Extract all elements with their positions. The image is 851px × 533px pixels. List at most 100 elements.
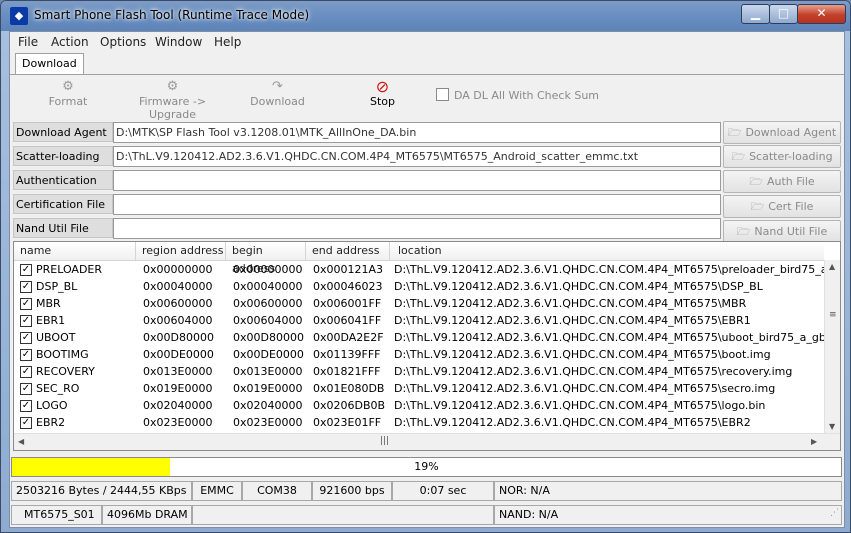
row-name: DSP_BL xyxy=(36,280,78,293)
nand-util-button-label: Nand Util File xyxy=(754,225,828,238)
table-row[interactable]: ✓ DSP_BL 0x00040000 0x00040000 0x00046023 D:\… xyxy=(14,278,824,295)
minimize-button[interactable]: ▁ xyxy=(741,4,770,24)
row-checkbox[interactable]: ✓ xyxy=(20,281,32,293)
maximize-button[interactable]: □ xyxy=(769,4,798,24)
cert-file-button[interactable]: 🗁 Cert File xyxy=(723,195,841,218)
nand-util-field[interactable] xyxy=(113,218,721,239)
row-name: EBR1 xyxy=(36,314,66,327)
download-agent-label: Download Agent xyxy=(13,122,113,142)
col-end-address[interactable]: end address xyxy=(306,242,390,260)
auth-file-label: Authentication File xyxy=(13,170,113,207)
scroll-up-icon[interactable]: ▲ xyxy=(829,262,835,271)
col-begin-address[interactable]: begin address xyxy=(226,242,306,275)
resize-grip-icon[interactable]: ⋰ xyxy=(830,506,839,522)
row-name: EBR2 xyxy=(36,416,66,429)
horizontal-scrollbar[interactable]: ◀ ||| ▶ xyxy=(14,433,840,450)
download-agent-field[interactable]: D:\MTK\SP Flash Tool v3.1208.01\MTK_AllI… xyxy=(113,122,721,143)
stop-label: Stop xyxy=(369,95,395,108)
table-row[interactable]: ✓ EBR1 0x00604000 0x00604000 0x006041FF D:\Th… xyxy=(14,312,824,329)
download-button[interactable]: ↷ Download xyxy=(250,80,305,109)
row-checkbox[interactable]: ✓ xyxy=(20,349,32,361)
cert-file-label: Certification File xyxy=(13,194,113,214)
auth-file-button[interactable]: 🗁 Auth File xyxy=(723,170,841,193)
menu-window[interactable]: Window xyxy=(155,35,202,49)
row-end-address: 0x01821FFF xyxy=(313,365,381,378)
firmware-upgrade-label: Firmware -> Upgrade xyxy=(138,95,207,121)
download-agent-button[interactable]: 🗁 Download Agent xyxy=(723,121,841,144)
tab-download[interactable]: Download xyxy=(15,53,84,74)
row-region-address: 0x00600000 xyxy=(143,297,213,310)
scroll-down-icon[interactable]: ▼ xyxy=(829,422,835,431)
table-row[interactable]: ✓ RECOVERY 0x013E0000 0x013E0000 0x01821FFF D… xyxy=(14,363,824,380)
scatter-loading-button-label: Scatter-loading xyxy=(749,150,833,163)
row-checkbox[interactable]: ✓ xyxy=(20,366,32,378)
format-icon: ⚙ xyxy=(62,79,74,94)
row-begin-address: 0x023E0000 xyxy=(233,416,303,429)
menu-file[interactable]: File xyxy=(18,35,38,49)
client-area: File Action Options Window Help Download… xyxy=(9,31,845,528)
row-checkbox[interactable]: ✓ xyxy=(20,264,32,276)
row-checkbox[interactable]: ✓ xyxy=(20,298,32,310)
row-checkbox[interactable]: ✓ xyxy=(20,400,32,412)
row-region-address: 0x00DE0000 xyxy=(143,348,214,361)
cert-file-field[interactable] xyxy=(113,194,721,215)
row-checkbox[interactable]: ✓ xyxy=(20,417,32,429)
table-row[interactable]: ✓ SEC_RO 0x019E0000 0x019E0000 0x01E080DB D:\… xyxy=(14,380,824,397)
row-begin-address: 0x019E0000 xyxy=(233,382,303,395)
row-region-address: 0x00604000 xyxy=(143,314,213,327)
cert-file-button-label: Cert File xyxy=(768,200,814,213)
row-location: D:\ThL.V9.120412.AD2.3.6.V1.QHDC.CN.COM.… xyxy=(394,348,771,361)
scroll-thumb-grip-icon[interactable]: ≡ xyxy=(829,310,837,320)
row-location: D:\ThL.V9.120412.AD2.3.6.V1.QHDC.CN.COM.… xyxy=(394,280,763,293)
firmware-upgrade-button[interactable]: ⚙ Firmware -> Upgrade xyxy=(120,80,225,122)
table-row[interactable]: ✓ EBR2 0x023E0000 0x023E0000 0x023E01FF D:\Th… xyxy=(14,414,824,431)
row-location: D:\ThL.V9.120412.AD2.3.6.V1.QHDC.CN.COM.… xyxy=(394,297,747,310)
row-region-address: 0x00000000 xyxy=(143,263,213,276)
table-row[interactable]: ✓ PRELOADER 0x00000000 0x00000000 0x000121A3… xyxy=(14,261,824,278)
scroll-right-icon[interactable]: ▶ xyxy=(811,437,817,446)
row-name: SEC_RO xyxy=(36,382,80,395)
menu-help[interactable]: Help xyxy=(214,35,241,49)
menu-bar: File Action Options Window Help xyxy=(10,32,844,52)
status-bytes: 2503216 Bytes / 2444,55 KBps xyxy=(11,481,192,501)
row-region-address: 0x019E0000 xyxy=(143,382,213,395)
folder-icon: 🗁 xyxy=(731,150,746,163)
folder-icon: 🗁 xyxy=(736,225,751,238)
scatter-loading-button[interactable]: 🗁 Scatter-loading xyxy=(723,145,841,168)
row-region-address: 0x00D80000 xyxy=(143,331,214,344)
scroll-left-icon[interactable]: ◀ xyxy=(18,437,24,446)
table-row[interactable]: ✓ LOGO 0x02040000 0x02040000 0x0206DB0B D:\Th… xyxy=(14,397,824,414)
menu-options[interactable]: Options xyxy=(100,35,146,49)
col-name[interactable]: name xyxy=(14,242,136,260)
auth-file-field[interactable] xyxy=(113,170,721,191)
hscroll-thumb-grip-icon[interactable]: ||| xyxy=(380,436,389,446)
table-row[interactable]: ✓ UBOOT 0x00D80000 0x00D80000 0x00DA2E2F D:\T… xyxy=(14,329,824,346)
format-button[interactable]: ⚙ Format xyxy=(48,79,88,109)
close-button[interactable]: ✕ xyxy=(797,4,846,24)
format-label: Format xyxy=(48,95,88,108)
stop-button[interactable]: ⊘ Stop xyxy=(365,79,400,109)
title-bar[interactable]: ◆ Smart Phone Flash Tool (Runtime Trace … xyxy=(1,1,850,31)
table-row[interactable]: ✓ BOOTIMG 0x00DE0000 0x00DE0000 0x01139FFF D:… xyxy=(14,346,824,363)
row-region-address: 0x02040000 xyxy=(143,399,213,412)
row-checkbox[interactable]: ✓ xyxy=(20,332,32,344)
da-checksum-checkbox[interactable]: DA DL All With Check Sum xyxy=(436,88,599,102)
download-agent-button-label: Download Agent xyxy=(745,126,837,139)
row-end-address: 0x00046023 xyxy=(313,280,383,293)
scatter-file-field[interactable]: D:\ThL.V9.120412.AD2.3.6.V1.QHDC.CN.COM.… xyxy=(113,146,721,167)
row-checkbox[interactable]: ✓ xyxy=(20,315,32,327)
row-name: MBR xyxy=(36,297,61,310)
status-nor: NOR: N/A xyxy=(494,481,842,501)
menu-action[interactable]: Action xyxy=(51,35,89,49)
row-end-address: 0x000121A3 xyxy=(313,263,384,276)
col-region-address[interactable]: region address xyxy=(136,242,226,260)
col-location[interactable]: location xyxy=(390,242,824,260)
nand-util-label: Nand Util File xyxy=(13,218,113,238)
row-name: LOGO xyxy=(36,399,68,412)
row-checkbox[interactable]: ✓ xyxy=(20,383,32,395)
row-location: D:\ThL.V9.120412.AD2.3.6.V1.QHDC.CN.COM.… xyxy=(394,399,766,412)
nand-util-button[interactable]: 🗁 Nand Util File xyxy=(723,220,841,243)
vertical-scrollbar[interactable]: ▲ ≡ ▼ xyxy=(824,260,840,433)
tab-row: Download xyxy=(10,52,844,75)
table-row[interactable]: ✓ MBR 0x00600000 0x00600000 0x006001FF D:\ThL… xyxy=(14,295,824,312)
